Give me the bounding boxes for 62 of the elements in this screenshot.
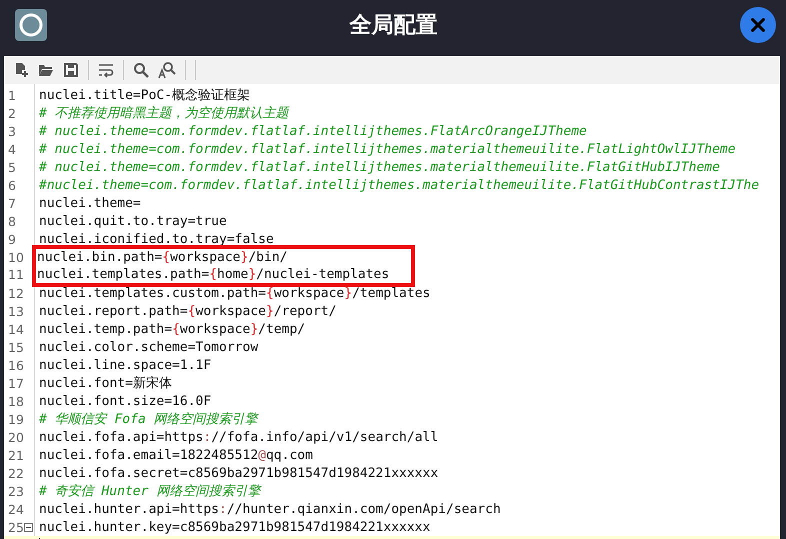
code-line: # nuclei.theme=com.formdev.flatlaf.intellijthemes.materialthemeuilite.FlatLightOwlIJTheme bbox=[38, 142, 736, 156]
line-number: 22 bbox=[7, 466, 24, 480]
line-number: 2 bbox=[7, 106, 16, 120]
find-replace-icon bbox=[158, 61, 176, 79]
line-number: 1 bbox=[7, 88, 16, 102]
line-number: 21 bbox=[7, 448, 24, 462]
line-number: 9 bbox=[7, 232, 16, 246]
new-file-icon bbox=[13, 62, 29, 78]
code-line: # nuclei.theme=com.formdev.flatlaf.intellijthemes.FlatArcOrangeIJTheme bbox=[38, 124, 587, 138]
wrap-icon bbox=[98, 62, 114, 78]
line-number: 7 bbox=[7, 196, 16, 210]
line-number: 25 bbox=[7, 520, 24, 534]
code-line: nuclei.hunter.api=https://hunter.qianxin.com/openApi/search bbox=[38, 502, 501, 516]
code-line: nuclei.templates.custom.path={workspace}/templates bbox=[38, 286, 430, 300]
line-number: 23 bbox=[7, 484, 24, 498]
code-line: nuclei.fofa.secret=c8569ba2971b981547d1984221xxxxxx bbox=[38, 466, 438, 480]
code-line: nuclei.title=PoC-概念验证框架 bbox=[38, 87, 250, 104]
code-line: nuclei.font.size=16.0F bbox=[38, 394, 212, 408]
line-number: 6 bbox=[7, 178, 16, 192]
code-line: nuclei.iconified.to.tray=false bbox=[38, 232, 274, 246]
code-line: #nuclei.theme=com.formdev.flatlaf.intellijthemes.materialthemeuilite.FlatGitHubContrastIJThe bbox=[38, 178, 760, 192]
close-button[interactable] bbox=[740, 7, 776, 43]
line-number: 19 bbox=[7, 412, 24, 426]
line-number: 17 bbox=[7, 376, 24, 390]
code-line: nuclei.font=新宋体 bbox=[38, 375, 172, 392]
line-number: 24 bbox=[7, 502, 24, 516]
code-line: nuclei.fofa.email=1822485512@qq.com bbox=[38, 448, 313, 462]
line-number: 20 bbox=[7, 430, 24, 444]
line-number: 14 bbox=[7, 322, 24, 336]
line-number: 18 bbox=[7, 394, 24, 408]
line-number: 16 bbox=[7, 358, 24, 372]
code-line: nuclei.templates.path={home}/nuclei-templates bbox=[36, 267, 390, 282]
code-line: nuclei.line.space=1.1F bbox=[38, 358, 212, 372]
code-line: # 奇安信 Hunter 网络空间搜索引擎 bbox=[38, 483, 260, 500]
code-line: nuclei.fofa.api=https://fofa.info/api/v1/search/all bbox=[38, 430, 438, 444]
line-number: 4 bbox=[7, 142, 16, 156]
line-number: 12 bbox=[7, 286, 24, 300]
code-line: # 华顺信安 Fofa 网络空间搜索引擎 bbox=[38, 411, 258, 428]
line-number: 8 bbox=[7, 214, 16, 228]
code-line: # 不推荐使用暗黑主题，为空使用默认主题 bbox=[38, 105, 289, 122]
code-line: nuclei.color.scheme=Tomorrow bbox=[38, 340, 258, 354]
line-number: 15 bbox=[7, 340, 24, 354]
folder-icon bbox=[38, 62, 54, 78]
search-icon bbox=[133, 62, 149, 78]
line-number: 3 bbox=[7, 124, 16, 138]
code-line: nuclei.temp.path={workspace}/temp/ bbox=[38, 322, 306, 336]
line-number: 13 bbox=[7, 304, 24, 318]
code-line: nuclei.report.path={workspace}/report/ bbox=[38, 304, 336, 318]
code-line: # nuclei.theme=com.formdev.flatlaf.intellijthemes.materialthemeuilite.FlatGitHubIJTheme bbox=[38, 160, 720, 174]
code-line: nuclei.hunter.key=c8569ba2971b981547d1984221xxxxxx bbox=[38, 520, 430, 534]
window-title: 全局配置 bbox=[348, 12, 438, 40]
line-number: 5 bbox=[7, 160, 16, 174]
line-number: 10 bbox=[7, 250, 24, 265]
code-line: nuclei.bin.path={workspace}/bin/ bbox=[36, 250, 288, 265]
code-line: nuclei.quit.to.tray=true bbox=[38, 214, 227, 228]
close-icon bbox=[749, 16, 767, 34]
code-line: nuclei.theme= bbox=[38, 196, 141, 210]
code-editor[interactable] bbox=[4, 84, 780, 539]
logo-icon bbox=[15, 9, 47, 41]
collapse-icon[interactable] bbox=[24, 523, 33, 532]
line-number: 11 bbox=[7, 267, 24, 282]
save-icon bbox=[63, 62, 79, 78]
